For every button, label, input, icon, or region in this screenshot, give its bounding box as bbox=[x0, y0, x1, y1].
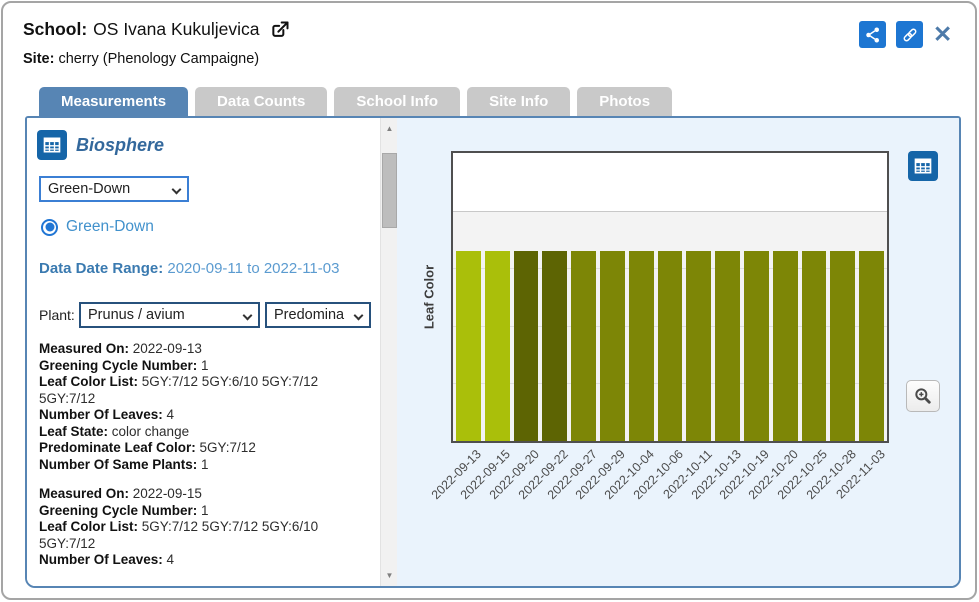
tab-measurements[interactable]: Measurements bbox=[39, 87, 189, 116]
tab-photos[interactable]: Photos bbox=[577, 87, 673, 116]
tab-bar: Measurements Data Counts School Info Site I… bbox=[39, 87, 673, 116]
scroll-up-icon[interactable]: ▲ bbox=[381, 124, 398, 133]
record-field: Leaf Color List: 5GY:7/12 5GY:6/10 5GY:7… bbox=[39, 374, 319, 406]
tab-site-info[interactable]: Site Info bbox=[467, 87, 571, 116]
date-range-label: Data Date Range: bbox=[39, 260, 164, 277]
measurement-record: Measured On: 2022-09-13 Greening Cycle Nu… bbox=[39, 341, 373, 473]
chart-bar bbox=[772, 250, 798, 441]
chart-bar bbox=[542, 250, 568, 441]
measurement-records: Measured On: 2022-09-13 Greening Cycle Nu… bbox=[39, 341, 373, 582]
chart-bar bbox=[657, 250, 683, 441]
plant-select-value: Prunus / avium bbox=[88, 307, 185, 323]
chart-bar bbox=[686, 250, 712, 441]
sidebar-scrollbar[interactable]: ▲ ▼ bbox=[380, 118, 397, 586]
measure-select-value: Green-Down bbox=[48, 181, 131, 197]
leaf-color-chart bbox=[451, 151, 889, 443]
chart-bar bbox=[513, 250, 539, 441]
record-field: Leaf Color List: 5GY:7/12 5GY:7/12 5GY:6… bbox=[39, 519, 319, 551]
record-field: Greening Cycle Number: 1 bbox=[39, 502, 209, 518]
tab-school-info[interactable]: School Info bbox=[334, 87, 461, 116]
measurements-panel: Biosphere Green-Down Green-Down Data Dat… bbox=[25, 116, 961, 588]
radio-icon bbox=[41, 218, 58, 236]
record-field: Number Of Leaves: 4 bbox=[39, 552, 175, 567]
permalink-button[interactable] bbox=[896, 21, 923, 48]
chevron-down-icon bbox=[171, 184, 182, 195]
measure-select[interactable]: Green-Down bbox=[39, 176, 189, 202]
zoom-in-button[interactable] bbox=[906, 380, 940, 412]
chart-bar bbox=[628, 250, 654, 441]
measurement-record: Measured On: 2022-09-15 Greening Cycle Nu… bbox=[39, 486, 373, 569]
predominate-select[interactable]: Predomina bbox=[265, 302, 371, 328]
link-icon bbox=[903, 28, 916, 41]
greendown-radio[interactable]: Green-Down bbox=[41, 218, 154, 236]
chart-bar bbox=[801, 250, 827, 441]
chart-bar bbox=[859, 250, 884, 441]
data-date-range: Data Date Range: 2020-09-11 to 2022-11-0… bbox=[39, 260, 339, 277]
predominate-select-value: Predomina bbox=[274, 307, 345, 323]
table-icon bbox=[37, 130, 67, 160]
record-field: Predominate Leaf Color: 5GY:7/12 bbox=[39, 440, 256, 455]
school-title-line: School: OS Ivana Kukuljevica bbox=[23, 19, 290, 40]
chart-bar bbox=[484, 250, 510, 441]
open-external-icon[interactable] bbox=[270, 20, 290, 40]
date-range-value: 2020-09-11 to 2022-11-03 bbox=[167, 260, 340, 277]
section-title: Biosphere bbox=[76, 134, 165, 155]
radio-label: Green-Down bbox=[66, 218, 154, 235]
chevron-down-icon bbox=[242, 310, 253, 321]
table-icon bbox=[914, 158, 932, 174]
chart-area: Leaf Color 2022-09-13 2022-09-15 2022-09-2… bbox=[397, 118, 959, 586]
record-field: Greening Cycle Number: 1 bbox=[39, 357, 209, 373]
record-field: Number Of Same Plants: 1 bbox=[39, 456, 209, 472]
school-site-dialog: School: OS Ivana Kukuljevica Site: cherr… bbox=[1, 1, 977, 600]
chart-bar bbox=[571, 250, 596, 441]
magnifier-plus-icon bbox=[915, 388, 931, 404]
site-name: cherry (Phenology Campaigne) bbox=[58, 51, 260, 67]
plant-select[interactable]: Prunus / avium bbox=[79, 302, 260, 328]
biosphere-header: Biosphere bbox=[37, 130, 164, 160]
chevron-down-icon bbox=[353, 310, 364, 321]
chart-bar bbox=[715, 250, 740, 441]
school-name: OS Ivana Kukuljevica bbox=[93, 19, 260, 39]
chart-bar bbox=[599, 250, 625, 441]
y-axis-label: Leaf Color bbox=[421, 264, 437, 330]
plant-label: Plant: bbox=[39, 307, 75, 323]
tab-data-counts[interactable]: Data Counts bbox=[195, 87, 328, 116]
chart-bar bbox=[456, 250, 481, 441]
scroll-down-icon[interactable]: ▼ bbox=[381, 571, 398, 580]
scrollbar-thumb[interactable] bbox=[382, 153, 397, 228]
site-label: Site: bbox=[23, 51, 55, 67]
chart-table-button[interactable] bbox=[908, 151, 938, 181]
x-axis-labels: 2022-09-13 2022-09-15 2022-09-20 2022-09-22… bbox=[429, 447, 889, 547]
site-line: Site: cherry (Phenology Campaigne) bbox=[23, 51, 259, 67]
measurements-sidebar: Biosphere Green-Down Green-Down Data Dat… bbox=[27, 118, 380, 586]
chart-bar bbox=[830, 250, 856, 441]
record-field: Number Of Leaves: 4 bbox=[39, 407, 175, 422]
close-icon[interactable]: ✕ bbox=[933, 21, 952, 48]
record-field: Measured On: 2022-09-13 bbox=[39, 341, 202, 356]
school-label: School: bbox=[23, 19, 88, 39]
share-button[interactable] bbox=[859, 21, 886, 48]
chart-bar bbox=[743, 250, 769, 441]
chart-bars bbox=[453, 153, 887, 441]
record-field: Measured On: 2022-09-15 bbox=[39, 486, 202, 501]
header-actions: ✕ bbox=[859, 21, 952, 48]
share-icon bbox=[865, 27, 879, 42]
record-field: Leaf State: color change bbox=[39, 423, 190, 439]
